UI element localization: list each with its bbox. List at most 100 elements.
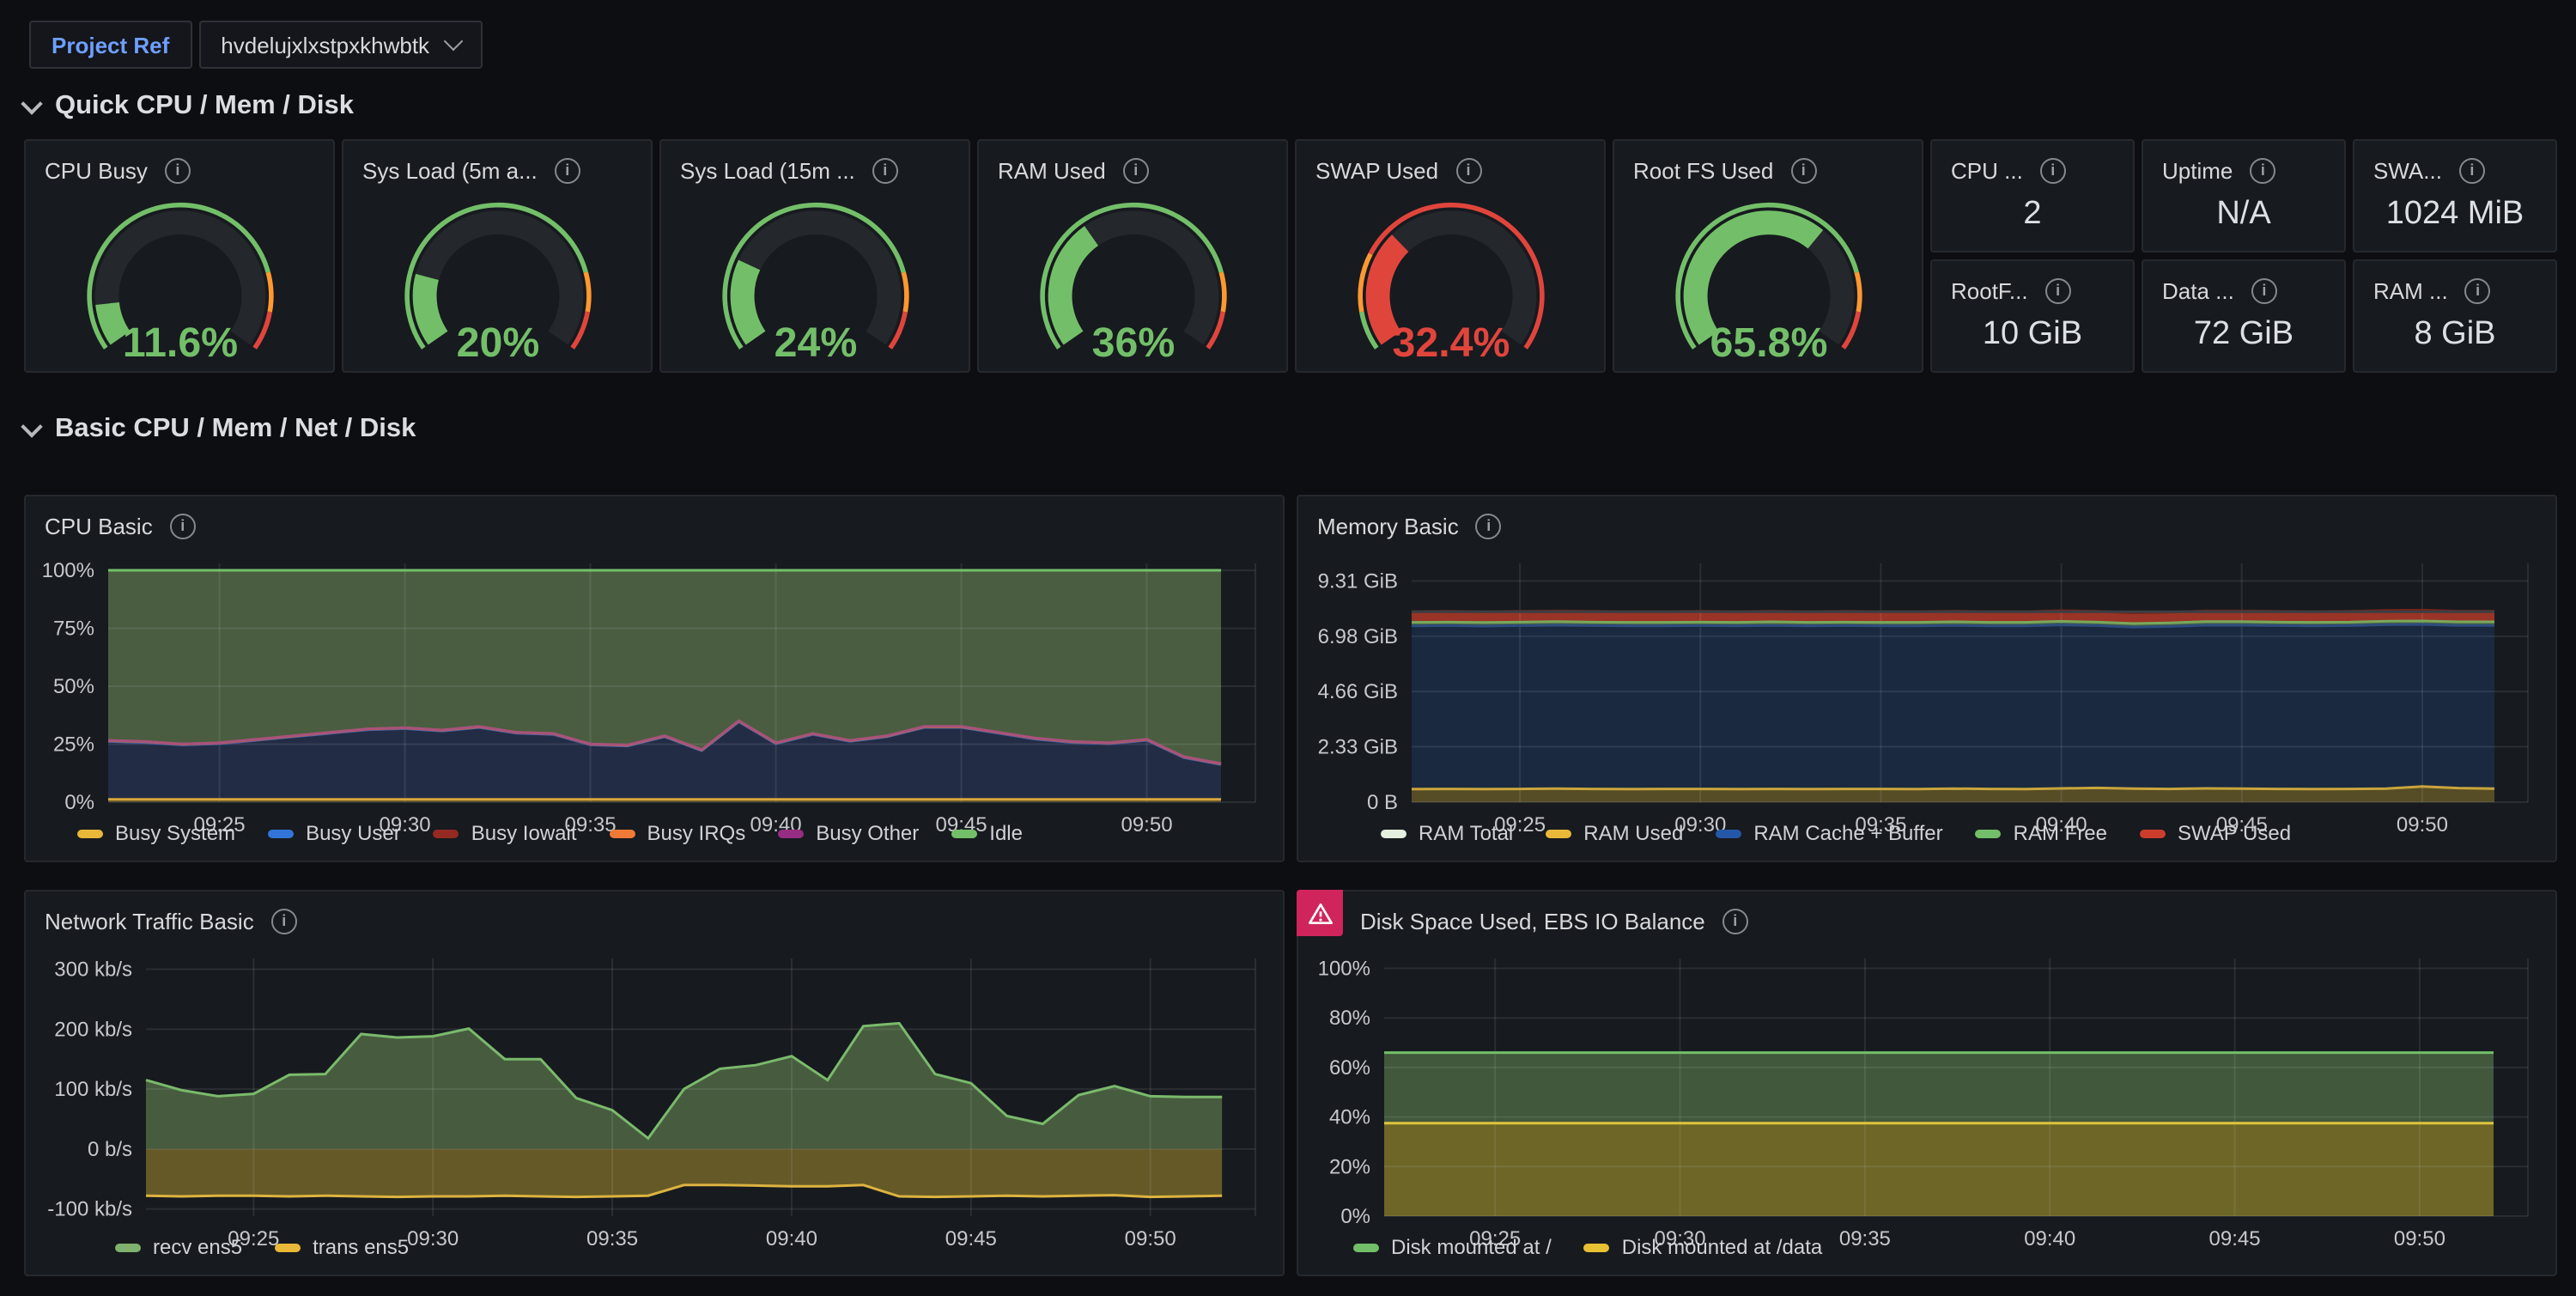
info-icon[interactable]: i bbox=[872, 157, 898, 183]
info-icon[interactable]: i bbox=[2465, 277, 2491, 303]
info-icon[interactable]: i bbox=[555, 157, 580, 183]
panel-title[interactable]: Sys Load (5m a... bbox=[362, 157, 538, 183]
chart-legend: Busy System Busy User Busy Iowait Busy IRQs… bbox=[26, 816, 1283, 861]
alerting-icon[interactable] bbox=[1297, 890, 1343, 936]
legend-label: recv ens5 bbox=[153, 1235, 242, 1259]
info-icon[interactable]: i bbox=[1455, 157, 1481, 183]
legend-item[interactable]: Busy Other bbox=[778, 821, 919, 845]
info-icon[interactable]: i bbox=[2250, 157, 2275, 183]
gauge: 65.8% bbox=[1617, 191, 1919, 369]
legend-item[interactable]: Busy Iowait bbox=[434, 821, 577, 845]
legend-label: Busy System bbox=[115, 821, 235, 845]
panel-title[interactable]: Uptime bbox=[2162, 157, 2233, 183]
panel-title[interactable]: Root FS Used bbox=[1633, 157, 1773, 183]
chevron-down-icon bbox=[21, 415, 42, 436]
legend-swatch bbox=[115, 1243, 141, 1251]
section-quick-cpu-mem-disk[interactable]: Quick CPU / Mem / Disk bbox=[24, 91, 354, 122]
legend-item[interactable]: Busy IRQs bbox=[610, 821, 746, 845]
info-icon[interactable]: i bbox=[165, 157, 191, 183]
info-icon[interactable]: i bbox=[2040, 157, 2066, 183]
panel-title[interactable]: SWAP Used bbox=[1315, 157, 1438, 183]
legend-label: RAM Used bbox=[1583, 821, 1683, 845]
legend-item[interactable]: Disk mounted at /data bbox=[1584, 1235, 1822, 1259]
legend-label: Disk mounted at /data bbox=[1622, 1235, 1822, 1259]
stat-value: N/A bbox=[2143, 191, 2344, 251]
stat-value: 72 GiB bbox=[2143, 311, 2344, 371]
info-icon[interactable]: i bbox=[1790, 157, 1816, 183]
legend-item[interactable]: Idle bbox=[951, 821, 1023, 845]
project-dropdown[interactable]: hvdelujxlxstpxkhwbtk bbox=[198, 21, 483, 69]
panel-title[interactable]: Data ... bbox=[2162, 277, 2234, 303]
svg-text:0%: 0% bbox=[1340, 1205, 1370, 1228]
info-icon[interactable]: i bbox=[2251, 277, 2277, 303]
legend-item[interactable]: SWAP Used bbox=[2140, 821, 2291, 845]
svg-text:11.6%: 11.6% bbox=[122, 319, 237, 366]
legend-label: RAM Free bbox=[2014, 821, 2107, 845]
cpu-basic-chart[interactable]: 0%25%50%75%100%09:2509:3009:3509:4009:45… bbox=[33, 550, 1276, 816]
panel-title[interactable]: CPU Basic bbox=[45, 513, 153, 538]
legend-item[interactable]: trans ens5 bbox=[275, 1235, 409, 1259]
panel-data-total: Data ... i 72 GiB bbox=[2142, 259, 2346, 373]
panel-title[interactable]: Memory Basic bbox=[1317, 513, 1459, 538]
legend-item[interactable]: Busy User bbox=[268, 821, 401, 845]
legend-label: Busy Iowait bbox=[471, 821, 577, 845]
panel-root-fs-used: Root FS Used i 65.8% bbox=[1613, 139, 1923, 373]
legend-swatch bbox=[1546, 829, 1571, 837]
legend-label: Busy User bbox=[306, 821, 401, 845]
legend-item[interactable]: recv ens5 bbox=[115, 1235, 242, 1259]
stats-grid: CPU ... i 2 Uptime i N/A SWA... i 1024 M… bbox=[1930, 139, 2557, 373]
svg-text:200 kb/s: 200 kb/s bbox=[54, 1018, 132, 1041]
info-icon[interactable]: i bbox=[170, 513, 196, 538]
disk-space-chart[interactable]: 0%20%40%60%80%100%09:2509:3009:3509:4009… bbox=[1305, 945, 2549, 1230]
panel-title[interactable]: RAM Used bbox=[998, 157, 1106, 183]
info-icon[interactable]: i bbox=[1123, 157, 1149, 183]
legend-label: Busy Other bbox=[816, 821, 919, 845]
legend-swatch bbox=[778, 829, 804, 837]
info-icon[interactable]: i bbox=[2045, 277, 2071, 303]
legend-item[interactable]: RAM Free bbox=[1976, 821, 2107, 845]
info-icon[interactable]: i bbox=[1722, 908, 1748, 934]
legend-item[interactable]: Busy System bbox=[77, 821, 235, 845]
legend-swatch bbox=[1976, 829, 2002, 837]
panel-rootfs-total: RootF... i 10 GiB bbox=[1930, 259, 2135, 373]
panel-title[interactable]: RootF... bbox=[1951, 277, 2028, 303]
panel-uptime: Uptime i N/A bbox=[2142, 139, 2346, 253]
stat-value: 10 GiB bbox=[1932, 311, 2133, 371]
project-ref-button[interactable]: Project Ref bbox=[29, 21, 191, 69]
memory-basic-chart[interactable]: 0 B2.33 GiB4.66 GiB6.98 GiB9.31 GiB09:25… bbox=[1305, 550, 2549, 816]
panel-title[interactable]: SWA... bbox=[2373, 157, 2442, 183]
panel-cpu-busy: CPU Busy i 11.6% bbox=[24, 139, 335, 373]
stat-value: 8 GiB bbox=[2354, 311, 2555, 371]
svg-text:6.98 GiB: 6.98 GiB bbox=[1318, 625, 1398, 648]
info-icon[interactable]: i bbox=[1476, 513, 1502, 538]
info-icon[interactable]: i bbox=[2459, 157, 2485, 183]
info-icon[interactable]: i bbox=[271, 908, 297, 934]
legend-item[interactable]: RAM Used bbox=[1546, 821, 1683, 845]
network-traffic-chart[interactable]: -100 kb/s0 b/s100 kb/s200 kb/s300 kb/s09… bbox=[33, 945, 1276, 1230]
legend-item[interactable]: RAM Cache + Buffer bbox=[1716, 821, 1942, 845]
chart-legend: Disk mounted at / Disk mounted at /data bbox=[1298, 1230, 2555, 1275]
svg-text:40%: 40% bbox=[1329, 1106, 1370, 1129]
legend-label: RAM Cache + Buffer bbox=[1753, 821, 1942, 845]
section-basic-cpu-mem-net-disk[interactable]: Basic CPU / Mem / Net / Disk bbox=[24, 414, 416, 445]
svg-text:50%: 50% bbox=[53, 675, 94, 698]
quick-row: CPU Busy i 11.6% Sys Load (5m a... i 20%… bbox=[24, 139, 2557, 373]
svg-text:9.31 GiB: 9.31 GiB bbox=[1318, 569, 1398, 593]
panel-disk-space-ebs: Disk Space Used, EBS IO Balance i 0%20%4… bbox=[1297, 890, 2557, 1276]
legend-label: Disk mounted at / bbox=[1391, 1235, 1552, 1259]
panel-title[interactable]: Network Traffic Basic bbox=[45, 908, 254, 934]
legend-item[interactable]: Disk mounted at / bbox=[1353, 1235, 1552, 1259]
panel-title[interactable]: CPU Busy bbox=[45, 157, 148, 183]
svg-text:75%: 75% bbox=[53, 618, 94, 641]
panel-title[interactable]: Disk Space Used, EBS IO Balance bbox=[1360, 908, 1705, 934]
panel-title[interactable]: RAM ... bbox=[2373, 277, 2448, 303]
legend-swatch bbox=[2140, 829, 2166, 837]
project-dropdown-value: hvdelujxlxstpxkhwbtk bbox=[221, 32, 429, 58]
legend-item[interactable]: RAM Total bbox=[1381, 821, 1513, 845]
panel-title[interactable]: Sys Load (15m ... bbox=[680, 157, 855, 183]
panel-cpu-basic: CPU Basic i 0%25%50%75%100%09:2509:3009:… bbox=[24, 495, 1285, 862]
chevron-down-icon bbox=[21, 92, 42, 113]
section-title: Basic CPU / Mem / Net / Disk bbox=[55, 414, 416, 445]
panel-title[interactable]: CPU ... bbox=[1951, 157, 2023, 183]
stat-value: 2 bbox=[1932, 191, 2133, 251]
